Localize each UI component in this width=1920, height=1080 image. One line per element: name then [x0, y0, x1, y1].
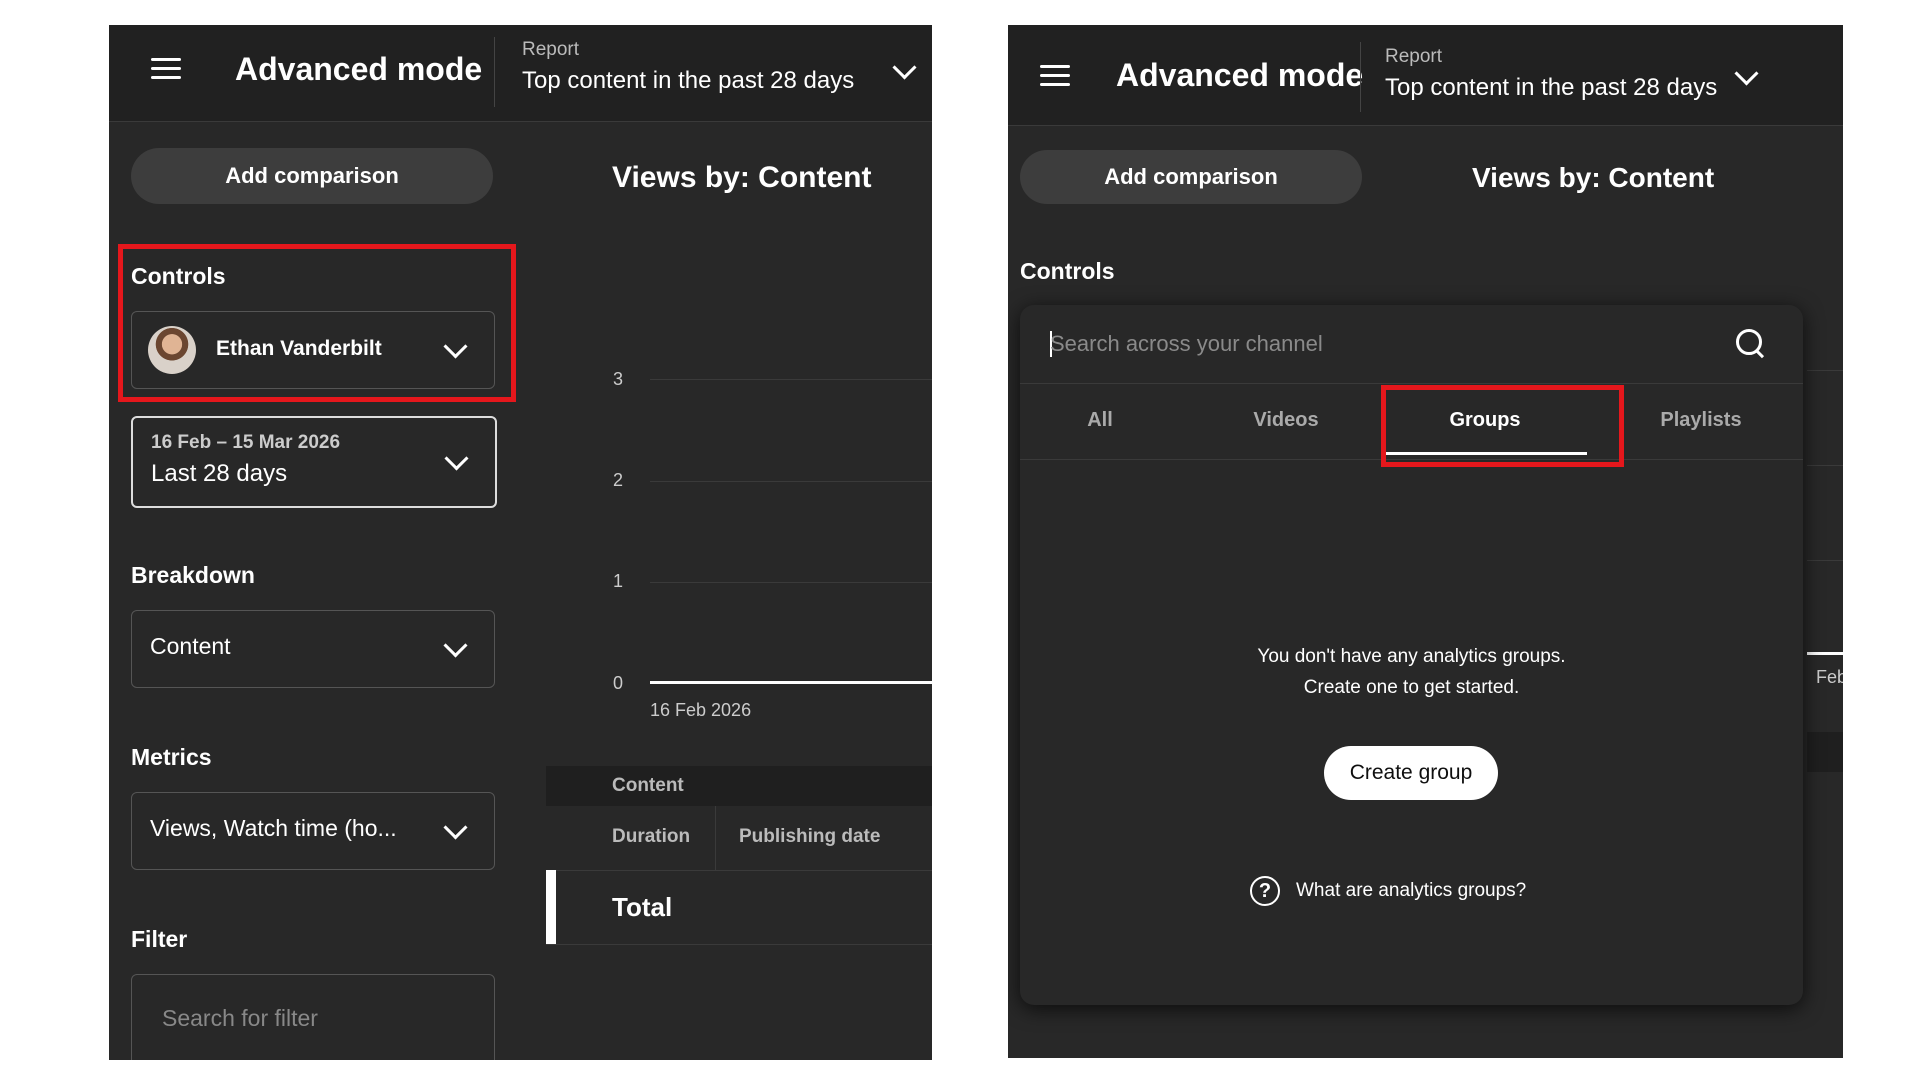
- app-title: Advanced mode: [235, 51, 483, 87]
- empty-state-line-2: Create one to get started.: [1303, 677, 1520, 698]
- menu-icon[interactable]: [151, 58, 181, 80]
- breakdown-value: Content: [150, 633, 231, 659]
- metrics-label: Metrics: [131, 744, 212, 770]
- column-divider: [715, 806, 716, 870]
- report-label: Report: [522, 39, 580, 60]
- table-group-header: Content: [546, 766, 932, 806]
- chevron-down-icon: [443, 334, 468, 359]
- chevron-down-icon: [444, 446, 469, 471]
- total-row: Total: [546, 870, 932, 945]
- gridline: [650, 481, 932, 482]
- search-icon[interactable]: [1736, 329, 1766, 359]
- chevron-down-icon[interactable]: [1734, 61, 1759, 86]
- filter-input[interactable]: Search for filter: [131, 974, 495, 1060]
- breakdown-dropdown[interactable]: Content: [131, 610, 495, 688]
- chart-title: Views by: Content: [612, 161, 872, 194]
- report-title[interactable]: Top content in the past 28 days: [522, 67, 854, 95]
- table-column-headers: Duration Publishing date: [546, 806, 932, 871]
- app-title: Advanced mode: [1116, 57, 1364, 93]
- background-table-header: [1807, 732, 1843, 772]
- groups-tab-highlight: [1381, 385, 1624, 467]
- x-tick-label: 16 Feb 2026: [650, 700, 752, 720]
- help-circle-icon: ?: [1250, 876, 1280, 906]
- header: Advanced mode Report Top content in the …: [109, 25, 932, 122]
- background-axis-label: Feb: [1816, 667, 1843, 687]
- chart-title: Views by: Content: [1472, 162, 1715, 193]
- controls-label: Controls: [131, 263, 226, 289]
- background-divider: [1807, 465, 1843, 466]
- y-tick-1: 1: [613, 571, 624, 591]
- avatar: [148, 326, 196, 374]
- content-column-header: Content: [612, 775, 684, 796]
- date-range-dropdown[interactable]: 16 Feb – 15 Mar 2026 Last 28 days: [131, 416, 497, 508]
- filter-label: Filter: [131, 926, 188, 952]
- date-range-dates: 16 Feb – 15 Mar 2026: [151, 432, 341, 453]
- right-panel: Advanced mode Report Top content in the …: [1008, 25, 1843, 1058]
- y-tick-0: 0: [613, 673, 624, 693]
- background-divider: [1807, 560, 1843, 561]
- header-divider: [1360, 42, 1361, 112]
- menu-icon[interactable]: [1040, 65, 1070, 87]
- empty-state-line-1: You don't have any analytics groups.: [1257, 646, 1566, 667]
- date-range-label: Last 28 days: [151, 460, 288, 487]
- search-bar: Search across your channel: [1020, 305, 1803, 384]
- report-title[interactable]: Top content in the past 28 days: [1385, 74, 1717, 102]
- y-tick-2: 2: [613, 470, 624, 490]
- metrics-value: Views, Watch time (ho...: [150, 815, 397, 841]
- total-label: Total: [612, 892, 673, 922]
- help-link[interactable]: ? What are analytics groups?: [1250, 873, 1526, 909]
- report-label: Report: [1385, 46, 1443, 67]
- add-comparison-button[interactable]: Add comparison: [131, 148, 493, 204]
- header-divider: [494, 37, 495, 107]
- add-comparison-button[interactable]: Add comparison: [1020, 150, 1362, 204]
- tab-videos[interactable]: Videos: [1226, 409, 1346, 432]
- controls-label: Controls: [1020, 258, 1115, 284]
- series-line: [650, 681, 932, 684]
- tab-all[interactable]: All: [1050, 409, 1150, 432]
- y-tick-3: 3: [613, 369, 624, 389]
- publishing-date-column-header[interactable]: Publishing date: [739, 826, 880, 848]
- channel-dropdown[interactable]: Ethan Vanderbilt: [131, 311, 495, 389]
- duration-column-header[interactable]: Duration: [612, 826, 690, 848]
- create-group-button[interactable]: Create group: [1324, 746, 1498, 800]
- background-divider: [1807, 370, 1843, 371]
- row-indicator: [546, 870, 556, 944]
- search-input[interactable]: Search across your channel: [1050, 331, 1323, 357]
- metrics-dropdown[interactable]: Views, Watch time (ho...: [131, 792, 495, 870]
- help-link-text: What are analytics groups?: [1296, 880, 1527, 901]
- empty-state-message: You don't have any analytics groups. Cre…: [1020, 641, 1803, 703]
- chevron-down-icon[interactable]: [892, 55, 917, 80]
- channel-name: Ethan Vanderbilt: [216, 337, 382, 360]
- gridline: [650, 379, 932, 380]
- chevron-down-icon: [443, 815, 468, 840]
- header: Advanced mode Report Top content in the …: [1008, 25, 1843, 126]
- tab-playlists[interactable]: Playlists: [1631, 409, 1771, 432]
- background-series-line: [1807, 652, 1843, 655]
- gridline: [650, 582, 932, 583]
- left-panel: Advanced mode Report Top content in the …: [109, 25, 932, 1060]
- chevron-down-icon: [443, 633, 468, 658]
- filter-placeholder: Search for filter: [162, 1005, 318, 1031]
- breakdown-label: Breakdown: [131, 562, 255, 588]
